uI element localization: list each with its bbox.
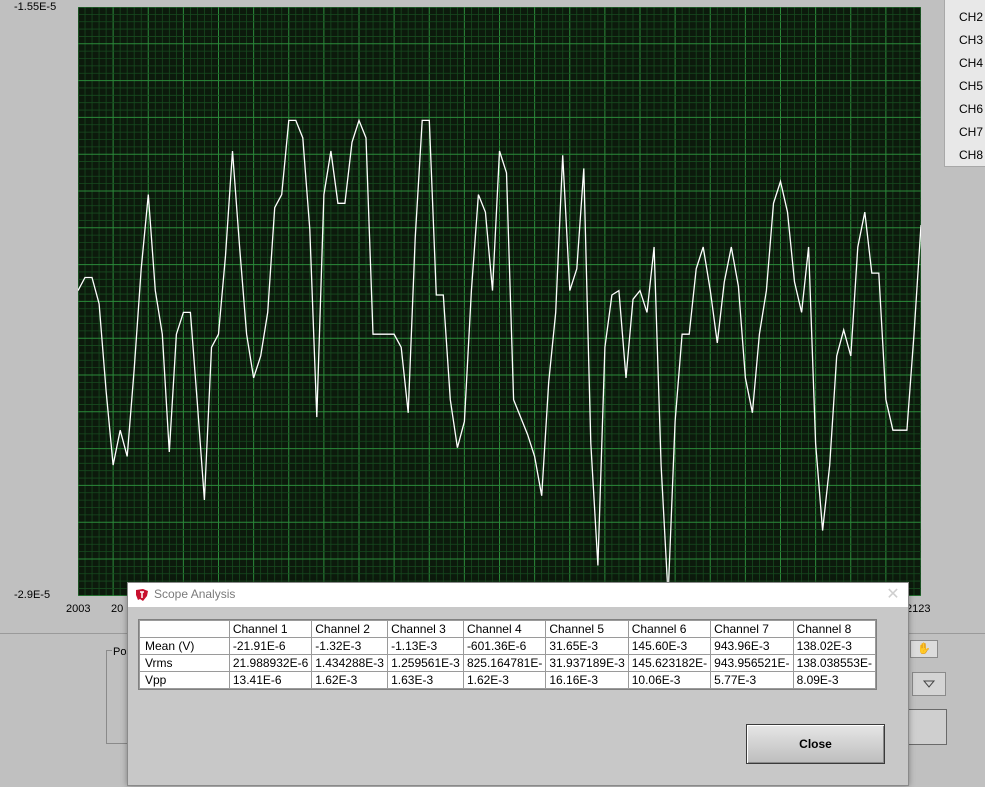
legend-item-ch3[interactable]: CH3 [959,33,983,47]
channel-legend: CH2 CH3 CH4 CH5 CH6 CH7 CH8 [944,0,985,167]
waveform-plot-svg [78,7,921,596]
x-axis-max-label: 2123 [906,603,931,615]
table-row-vpp: Vpp 13.41E-6 1.62E-3 1.63E-3 1.62E-3 16.… [139,671,877,689]
table-cell[interactable]: 8.09E-3 [792,671,877,689]
dialog-titlebar[interactable]: Scope Analysis ✕ [128,583,908,607]
legend-item-ch6[interactable]: CH6 [959,102,983,116]
legend-item-ch7[interactable]: CH7 [959,125,983,139]
table-cell[interactable]: 10.06E-3 [627,671,712,689]
table-cell[interactable]: 1.62E-3 [311,671,389,689]
dialog-title: Scope Analysis [154,587,236,601]
chevron-down-icon [922,680,936,688]
analysis-table: Channel 1 Channel 2 Channel 3 Channel 4 … [138,619,877,690]
x-axis-min-label: 2003 [66,603,91,615]
legend-item-ch2[interactable]: CH2 [959,10,983,24]
table-cell[interactable]: 138.038553E- [792,654,877,672]
table-row-mean: Mean (V) -21.91E-6 -1.32E-3 -1.13E-3 -60… [139,637,877,655]
table-header-cell [139,620,230,638]
table-cell[interactable]: 1.63E-3 [387,671,464,689]
table-cell[interactable]: 1.62E-3 [462,671,547,689]
legend-item-ch8[interactable]: CH8 [959,148,983,162]
table-cell[interactable]: 943.96E-3 [710,637,794,655]
x-axis-tick-label: 20 [111,603,124,615]
table-cell[interactable]: 825.164781E- [462,654,547,672]
table-cell[interactable]: 1.434288E-3 [311,654,389,672]
scope-analysis-dialog: Scope Analysis ✕ Channel 1 Channel 2 Cha… [127,582,909,786]
table-header-cell: Channel 4 [462,620,547,638]
y-axis-min-label: -2.9E-5 [14,589,51,601]
legend-item-ch4[interactable]: CH4 [959,56,983,70]
row-label: Mean (V) [139,637,230,655]
table-header-cell: Channel 5 [545,620,629,638]
table-cell[interactable]: 145.623182E- [627,654,712,672]
close-icon[interactable]: ✕ [883,585,903,605]
table-cell[interactable]: 13.41E-6 [228,671,313,689]
table-cell[interactable]: -601.36E-6 [462,637,547,655]
row-label: Vpp [139,671,230,689]
table-cell[interactable]: -1.13E-3 [387,637,464,655]
dropdown-arrow-button[interactable] [912,672,946,696]
table-cell[interactable]: 138.02E-3 [792,637,877,655]
graph-grid [78,7,921,596]
table-header-cell: Channel 8 [792,620,877,638]
table-cell[interactable]: 943.956521E- [710,654,794,672]
table-cell[interactable]: 145.60E-3 [627,637,712,655]
table-header-row: Channel 1 Channel 2 Channel 3 Channel 4 … [139,620,877,638]
background-button[interactable] [905,709,947,745]
table-header-cell: Channel 7 [710,620,794,638]
legend-item-ch5[interactable]: CH5 [959,79,983,93]
row-label: Vrms [139,654,230,672]
y-axis-max-label: -1.55E-5 [14,1,57,13]
table-header-cell: Channel 3 [387,620,464,638]
table-cell[interactable]: 16.16E-3 [545,671,629,689]
table-header-cell: Channel 2 [311,620,389,638]
table-header-cell: Channel 1 [228,620,313,638]
ti-logo-icon [136,589,148,601]
table-cell[interactable]: 1.259561E-3 [387,654,464,672]
table-cell[interactable]: -1.32E-3 [311,637,389,655]
table-header-cell: Channel 6 [627,620,712,638]
table-cell[interactable]: 31.937189E-3 [545,654,629,672]
pan-hand-icon[interactable]: ✋ [910,640,938,658]
table-cell[interactable]: 31.65E-3 [545,637,629,655]
table-row-vrms: Vrms 21.988932E-6 1.434288E-3 1.259561E-… [139,654,877,672]
table-cell[interactable]: 21.988932E-6 [228,654,313,672]
table-cell[interactable]: -21.91E-6 [228,637,313,655]
close-button[interactable]: Close [746,724,885,764]
table-cell[interactable]: 5.77E-3 [710,671,794,689]
